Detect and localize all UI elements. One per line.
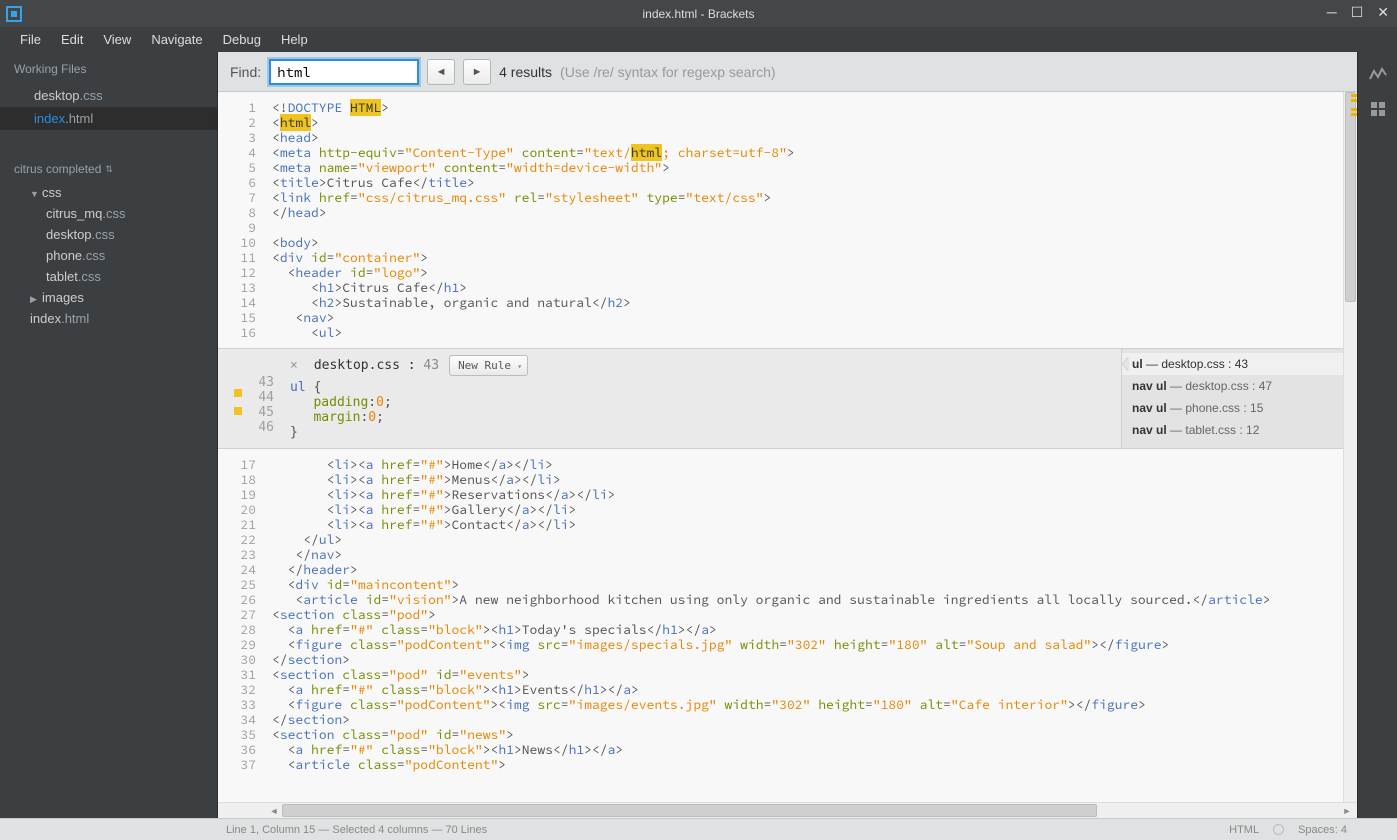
tree-file[interactable]: index.html [0, 308, 217, 329]
find-bar: Find: ◄ ► 4 results (Use /re/ syntax for… [218, 52, 1357, 92]
new-rule-button[interactable]: New Rule [449, 355, 528, 376]
find-result-count: 4 results [499, 64, 552, 80]
scroll-right-icon[interactable]: ► [1339, 804, 1355, 818]
right-rail [1357, 52, 1397, 818]
menu-navigate[interactable]: Navigate [141, 28, 212, 51]
menu-help[interactable]: Help [271, 28, 318, 51]
sidebar: Working Files desktop.cssindex.html citr… [0, 52, 218, 818]
inline-rule-item[interactable]: nav ul — tablet.css : 12 [1122, 419, 1357, 441]
inline-rule-item[interactable]: nav ul — phone.css : 15 [1122, 397, 1357, 419]
app-logo-icon [6, 6, 22, 22]
cursor-status: Line 1, Column 15 — Selected 4 columns —… [8, 824, 1229, 836]
inline-title: desktop.css : 43 [314, 358, 439, 373]
title-bar: index.html - Brackets ─ ☐ ✕ [0, 0, 1397, 27]
menu-bar: File Edit View Navigate Debug Help [0, 27, 1397, 52]
inline-code[interactable]: ul { padding:0; margin:0; } [284, 380, 1121, 440]
gutter-bottom: 1718192021222324252627282930313233343536… [218, 449, 266, 802]
inline-rule-list: ul — desktop.css : 43nav ul — desktop.cs… [1121, 349, 1357, 448]
working-file-item[interactable]: desktop.css [0, 84, 217, 107]
tree-file[interactable]: phone.css [0, 245, 217, 266]
live-preview-icon[interactable] [1369, 66, 1387, 84]
tree-file[interactable]: citrus_mq.css [0, 203, 217, 224]
menu-edit[interactable]: Edit [51, 28, 93, 51]
tree-folder[interactable]: ▼css [0, 182, 217, 203]
scrollbar-thumb[interactable] [282, 804, 1097, 817]
status-language[interactable]: HTML [1229, 824, 1259, 836]
window-title: index.html - Brackets [642, 7, 754, 21]
menu-file[interactable]: File [10, 28, 51, 51]
inline-rule-item[interactable]: nav ul — desktop.css : 47 [1122, 375, 1357, 397]
tree-file[interactable]: desktop.css [0, 224, 217, 245]
scroll-match-markers [1351, 92, 1357, 802]
menu-debug[interactable]: Debug [213, 28, 271, 51]
inline-rule-item[interactable]: ul — desktop.css : 43 [1122, 353, 1357, 375]
inline-close-icon[interactable]: × [284, 358, 304, 373]
inline-editor: 43444546 × desktop.css : 43 New Rule ul … [218, 348, 1357, 449]
project-selector[interactable]: citrus completed ⇅ [0, 150, 217, 182]
inline-match-marker [234, 389, 242, 397]
status-bar: Line 1, Column 15 — Selected 4 columns —… [0, 818, 1397, 840]
dropdown-icon: ⇅ [105, 164, 113, 175]
menu-view[interactable]: View [93, 28, 141, 51]
scroll-left-icon[interactable]: ◄ [266, 804, 282, 818]
project-name: citrus completed [14, 162, 101, 176]
find-label: Find: [230, 64, 261, 80]
close-icon[interactable]: ✕ [1377, 4, 1389, 21]
inline-match-marker [234, 407, 242, 415]
working-file-item[interactable]: index.html [0, 107, 217, 130]
find-input[interactable] [269, 59, 419, 85]
extensions-icon[interactable] [1369, 100, 1387, 118]
find-next-button[interactable]: ► [463, 59, 491, 85]
status-indent[interactable]: Spaces: 4 [1298, 824, 1347, 836]
maximize-icon[interactable]: ☐ [1351, 4, 1364, 21]
code-editor-bottom[interactable]: 1718192021222324252627282930313233343536… [218, 449, 1357, 802]
find-prev-button[interactable]: ◄ [427, 59, 455, 85]
minimize-icon[interactable]: ─ [1327, 4, 1337, 21]
working-files-header: Working Files [0, 52, 217, 84]
gutter-top: 12345678910111213141516 [218, 92, 266, 348]
inline-gutter: 43444546 [236, 349, 284, 448]
horizontal-scrollbar[interactable]: ◄ ► [218, 802, 1357, 818]
status-inspect-icon[interactable] [1273, 824, 1284, 835]
code-editor-top[interactable]: 12345678910111213141516 <!DOCTYPE HTML> … [218, 92, 1357, 348]
editor-pane: Find: ◄ ► 4 results (Use /re/ syntax for… [218, 52, 1357, 818]
tree-folder[interactable]: ▶images [0, 287, 217, 308]
find-hint: (Use /re/ syntax for regexp search) [560, 64, 776, 80]
tree-file[interactable]: tablet.css [0, 266, 217, 287]
